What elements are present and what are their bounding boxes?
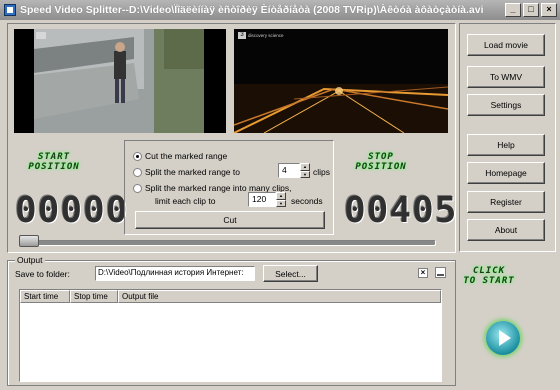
click-to-start-line1: CLICK xyxy=(472,266,506,276)
select-folder-button[interactable]: Select... xyxy=(263,265,318,282)
output-folder-input[interactable]: D:\Video\Подлинная история Интернет: xyxy=(95,266,255,281)
radio-split-to[interactable] xyxy=(133,167,142,177)
maximize-button[interactable]: □ xyxy=(523,3,539,17)
channel-text: discovery science xyxy=(248,33,284,38)
settings-button[interactable]: Settings xyxy=(467,94,545,116)
clips-up-icon[interactable]: ▲ xyxy=(300,163,310,171)
start-play-icon[interactable] xyxy=(486,321,520,355)
option-cut-marked-label: Cut the marked range xyxy=(145,151,228,161)
stop-position-display: 00405 xyxy=(344,190,458,231)
clips-value[interactable]: 4 xyxy=(278,163,300,178)
help-button[interactable]: Help xyxy=(467,134,545,156)
start-position-display: 00000 xyxy=(15,190,129,231)
output-list[interactable]: Start time Stop time Output file xyxy=(19,289,442,382)
homepage-button[interactable]: Homepage xyxy=(467,162,545,184)
app-icon xyxy=(4,4,16,16)
click-to-start-line2: TO START xyxy=(463,276,515,286)
timeline-slider-track[interactable] xyxy=(22,240,436,246)
stop-position-label: STOP POSITION xyxy=(346,152,416,172)
column-output-file[interactable]: Output file xyxy=(118,290,441,303)
output-group-title: Output xyxy=(15,255,45,265)
clips-down-icon[interactable]: ▼ xyxy=(300,170,310,178)
timeline-slider-thumb[interactable] xyxy=(19,235,39,247)
stop-label-line1: STOP xyxy=(368,152,394,162)
load-movie-button[interactable]: Load movie xyxy=(467,34,545,56)
clear-list-icon[interactable] xyxy=(435,267,446,278)
seconds-unit-label: seconds xyxy=(291,196,323,206)
column-start-time[interactable]: Start time xyxy=(20,290,70,303)
seconds-up-icon[interactable]: ▲ xyxy=(276,192,286,200)
start-label-line2: POSITION xyxy=(28,162,80,172)
column-stop-time[interactable]: Stop time xyxy=(70,290,118,303)
seconds-stepper[interactable]: 120 ▲ ▼ xyxy=(248,192,286,207)
to-wmv-button[interactable]: To WMV xyxy=(467,66,545,88)
seconds-value[interactable]: 120 xyxy=(248,192,276,207)
minimize-button[interactable]: _ xyxy=(505,3,521,17)
seconds-down-icon[interactable]: ▼ xyxy=(276,199,286,207)
option-split-to[interactable]: Split the marked range to xyxy=(133,167,240,177)
stop-frame-preview: 3 discovery science xyxy=(234,29,448,133)
close-button[interactable]: × xyxy=(541,3,557,17)
option-split-to-label: Split the marked range to xyxy=(145,167,240,177)
title-bar[interactable]: Speed Video Splitter--D:\Video\Ïîäëèííàÿ… xyxy=(0,0,560,20)
cut-button[interactable]: Cut xyxy=(135,211,325,229)
register-button[interactable]: Register xyxy=(467,191,545,213)
clips-unit-label: clips xyxy=(313,167,331,177)
channel-logo: 3 xyxy=(238,32,246,39)
option-cut-marked[interactable]: Cut the marked range xyxy=(133,151,227,161)
output-checkbox[interactable]: × xyxy=(418,268,428,278)
start-frame-image xyxy=(14,29,226,133)
radio-split-into[interactable] xyxy=(133,183,142,193)
start-label-line1: START xyxy=(37,152,71,162)
each-clip-label: limit each clip to xyxy=(155,196,216,206)
split-options-panel: Cut the marked range Split the marked ra… xyxy=(124,140,334,235)
start-position-label: START POSITION xyxy=(19,152,89,172)
stop-label-line2: POSITION xyxy=(355,162,407,172)
output-list-header: Start time Stop time Output file xyxy=(20,290,441,303)
radio-cut-marked[interactable] xyxy=(133,151,142,161)
click-to-start-label: CLICK TO START xyxy=(456,266,522,286)
save-folder-label: Save to folder: xyxy=(15,269,70,279)
window-title: Speed Video Splitter--D:\Video\Ïîäëèííàÿ… xyxy=(20,4,484,16)
start-frame-preview xyxy=(14,29,226,133)
stop-frame-image xyxy=(234,29,448,133)
clips-stepper[interactable]: 4 ▲ ▼ xyxy=(278,163,310,178)
about-button[interactable]: About xyxy=(467,219,545,241)
